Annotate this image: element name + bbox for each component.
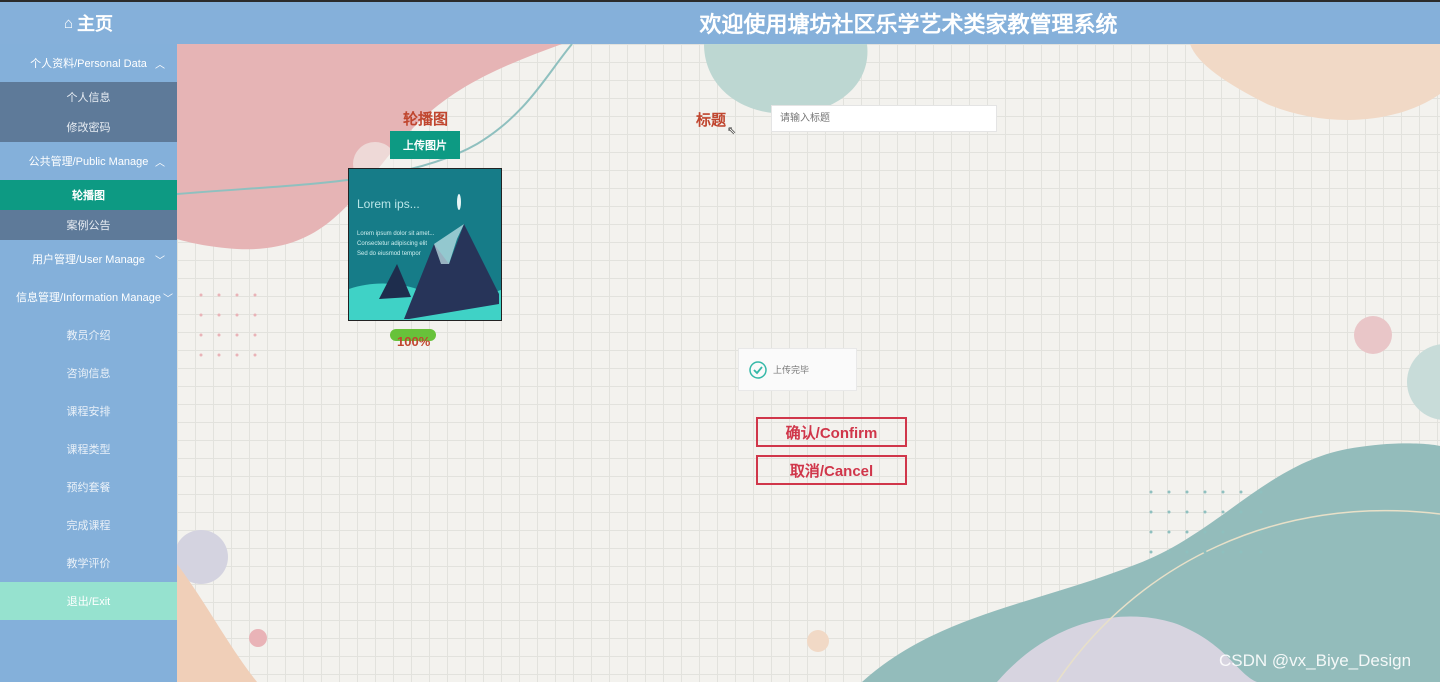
chevron-down-icon: ﹀ bbox=[155, 256, 165, 267]
main-content: 轮播图 上传图片 Lorem ips... Lorem ipsum dolor … bbox=[177, 44, 1440, 682]
upload-progress-text: 100% bbox=[397, 334, 431, 349]
sidebar-item-consultation[interactable]: 咨询信息 bbox=[0, 354, 177, 392]
carousel-thumbnail[interactable]: Lorem ips... Lorem ipsum dolor sit amet.… bbox=[348, 168, 502, 321]
menu-group-public-manage[interactable]: 公共管理/Public Manage ︿ bbox=[0, 142, 177, 180]
home-label: 主页 bbox=[77, 14, 114, 34]
home-icon: ⌂ bbox=[63, 14, 74, 32]
toast-text: 上传完毕 bbox=[773, 365, 810, 375]
thumbnail-title: Lorem ips... bbox=[357, 197, 420, 211]
sidebar-item-booking-package[interactable]: 预约套餐 bbox=[0, 468, 177, 506]
sidebar-item-exit[interactable]: 退出/Exit bbox=[0, 582, 177, 620]
cancel-button[interactable]: 取消/Cancel bbox=[756, 455, 907, 485]
sidebar-item-carousel[interactable]: 轮播图 bbox=[0, 180, 177, 210]
sidebar: 个人资料/Personal Data ︿ 个人信息 修改密码 公共管理/Publ… bbox=[0, 44, 177, 682]
sidebar-item-personal-info[interactable]: 个人信息 bbox=[0, 82, 177, 112]
thumbnail-text: Lorem ipsum dolor sit amet... Consectetu… bbox=[357, 229, 434, 259]
thumbnail-text-line: Lorem ipsum dolor sit amet... bbox=[357, 231, 435, 237]
sidebar-item-teaching-evaluation[interactable]: 教学评价 bbox=[0, 544, 177, 582]
carousel-label: 轮播图 bbox=[403, 111, 449, 128]
menu-group-label: 个人资料/Personal Data bbox=[30, 58, 147, 70]
menu-group-label: 用户管理/User Manage bbox=[31, 254, 146, 266]
menu-group-label: 信息管理/Information Manage bbox=[16, 292, 161, 304]
title-label: 标题 bbox=[696, 112, 727, 129]
sidebar-item-course-type[interactable]: 课程类型 bbox=[0, 430, 177, 468]
sidebar-item-tutor-intro[interactable]: 教员介绍 bbox=[0, 316, 177, 354]
upload-success-toast: 上传完毕 bbox=[738, 348, 857, 391]
home-link[interactable]: ⌂ 主页 bbox=[0, 2, 177, 44]
app-title: 欢迎使用塘坊社区乐学艺术类家教管理系统 bbox=[699, 12, 1118, 37]
submenu-public-manage: 轮播图 案例公告 bbox=[0, 180, 177, 240]
chevron-up-icon: ︿ bbox=[155, 60, 165, 71]
top-header: ⌂ 主页 欢迎使用塘坊社区乐学艺术类家教管理系统 bbox=[0, 0, 1440, 44]
chevron-up-icon: ︿ bbox=[155, 158, 165, 169]
menu-group-personal-data[interactable]: 个人资料/Personal Data ︿ bbox=[0, 44, 177, 82]
thumbnail-text-line: Sed do eiusmod tempor bbox=[357, 251, 421, 257]
sidebar-item-course-schedule[interactable]: 课程安排 bbox=[0, 392, 177, 430]
title-input[interactable] bbox=[771, 105, 997, 132]
thumbnail-text-line: Consectetur adipiscing elit bbox=[357, 241, 428, 247]
sidebar-item-change-password[interactable]: 修改密码 bbox=[0, 112, 177, 142]
chevron-down-icon: ﹀ bbox=[163, 294, 173, 305]
sidebar-item-completed-course[interactable]: 完成课程 bbox=[0, 506, 177, 544]
menu-group-information-manage[interactable]: 信息管理/Information Manage ﹀ bbox=[0, 278, 177, 316]
upload-image-button[interactable]: 上传图片 bbox=[390, 131, 460, 159]
sidebar-item-case-announcement[interactable]: 案例公告 bbox=[0, 210, 177, 240]
confirm-button[interactable]: 确认/Confirm bbox=[756, 417, 907, 447]
cursor-icon: ⇖ bbox=[727, 125, 737, 137]
watermark: CSDN @vx_Biye_Design bbox=[1219, 651, 1412, 670]
submenu-personal-data: 个人信息 修改密码 bbox=[0, 82, 177, 142]
menu-group-user-manage[interactable]: 用户管理/User Manage ﹀ bbox=[0, 240, 177, 278]
menu-group-label: 公共管理/Public Manage bbox=[28, 156, 149, 168]
check-circle-icon bbox=[749, 360, 767, 379]
